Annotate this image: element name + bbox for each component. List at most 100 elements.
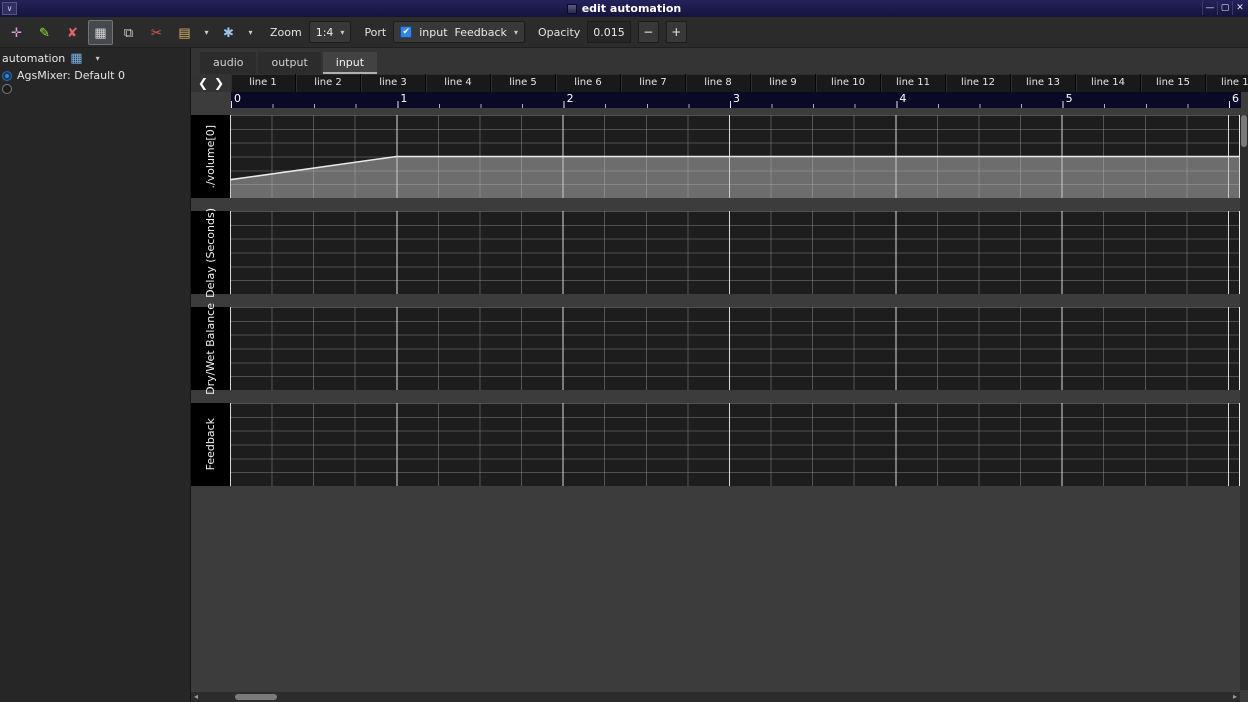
line-header-cell[interactable]: line 10 — [816, 74, 881, 92]
lane-label-strip: ./volume[0] — [191, 115, 230, 198]
line-header-cell[interactable]: line 1 — [231, 74, 296, 92]
zoom-combobox[interactable]: 1:4 ▾ — [309, 21, 352, 43]
edit-icon: ✎ — [39, 26, 50, 39]
automation-lane: ./volume[0] — [191, 115, 1248, 198]
line-header-cell[interactable]: line 6 — [556, 74, 621, 92]
edit-button[interactable]: ✎ — [32, 20, 57, 45]
sidebar: automation ▦ ▾ AgsMixer: Default 0 — [0, 48, 191, 702]
lane-label: Dry/Wet Balance — [204, 303, 217, 395]
line-header-cell[interactable]: line 5 — [491, 74, 556, 92]
line-header-cell[interactable]: line 12 — [946, 74, 1011, 92]
automation-header: automation ▦ ▾ — [0, 48, 190, 69]
line-header-cells: line 1line 2line 3line 4line 5line 6line… — [231, 74, 1248, 92]
port-combobox[interactable]: ✔ input Feedback ▾ — [393, 21, 525, 43]
paste-button[interactable]: ▤ — [172, 20, 197, 45]
line-header-cell[interactable]: line 9 — [751, 74, 816, 92]
chevron-down-icon[interactable]: ▾ — [96, 54, 100, 63]
clear-button[interactable]: ✘ — [60, 20, 85, 45]
line-header-row: ❮ ❯ line 1line 2line 3line 4line 5line 6… — [191, 74, 1248, 92]
line-header-cell[interactable]: line 3 — [361, 74, 426, 92]
chevron-down-icon: ▾ — [514, 28, 518, 37]
tool-dropdown-button[interactable]: ▾ — [244, 20, 257, 45]
line-header-cell[interactable]: line 14 — [1076, 74, 1141, 92]
copy-icon: ⧉ — [124, 26, 133, 39]
automation-editor: audiooutputinput ❮ ❯ line 1line 2line 3l… — [191, 48, 1248, 702]
lane-label-strip: Delay (Seconds) — [191, 211, 230, 294]
automation-grid[interactable] — [230, 115, 1240, 198]
automation-curve — [230, 115, 1240, 198]
maximize-button[interactable]: ▢ — [1217, 1, 1232, 15]
automation-grid[interactable] — [230, 307, 1240, 390]
position-cursor-icon: ✛ — [11, 26, 22, 39]
ruler-tick-label: 0 — [234, 92, 241, 105]
scroll-left-icon[interactable]: ◂ — [191, 692, 201, 702]
opacity-decrement-button[interactable]: − — [638, 21, 659, 43]
select-button[interactable]: ▦ — [88, 20, 113, 45]
port-scope: input — [419, 26, 447, 39]
machine-selector-icon[interactable]: ▦ — [70, 52, 82, 65]
machine-radio-row[interactable] — [0, 82, 190, 95]
line-header-cell[interactable]: line 15 — [1141, 74, 1206, 92]
automation-grid[interactable] — [230, 211, 1240, 294]
toolbar: ✛ ✎ ✘ ▦ ⧉ ✂ ▤ ▾ ✱ ▾ Zoom 1:4 ▾ Port ✔ input Feedb… — [0, 17, 1248, 48]
tab-output[interactable]: output — [258, 52, 320, 74]
prev-line-button[interactable]: ❮ — [198, 77, 208, 89]
tool-button[interactable]: ✱ — [216, 20, 241, 45]
app-icon — [567, 4, 577, 14]
copy-button[interactable]: ⧉ — [116, 20, 141, 45]
zoom-label: Zoom — [270, 26, 302, 39]
ruler-tick-label: 4 — [899, 92, 906, 105]
lane-label: Delay (Seconds) — [204, 208, 217, 298]
scroll-right-icon[interactable]: ▸ — [1230, 692, 1240, 702]
line-header-cell[interactable]: line 11 — [881, 74, 946, 92]
machine-radio-button[interactable] — [2, 84, 12, 94]
line-header-cell[interactable]: line 13 — [1011, 74, 1076, 92]
opacity-input[interactable]: 0.015 — [587, 21, 631, 43]
ruler-tick-label: 5 — [1066, 92, 1073, 105]
machine-list: AgsMixer: Default 0 — [0, 69, 190, 95]
tab-input[interactable]: input — [323, 52, 377, 74]
horizontal-scrollbar[interactable]: ◂ ▸ — [191, 692, 1240, 702]
tool-icon: ✱ — [223, 26, 234, 39]
select-icon: ▦ — [94, 26, 106, 39]
port-label: Port — [364, 26, 386, 39]
zoom-value: 1:4 — [316, 26, 334, 39]
line-nav: ❮ ❯ — [191, 74, 231, 92]
line-header-cell[interactable]: line 8 — [686, 74, 751, 92]
machine-radio-button[interactable] — [2, 71, 12, 81]
automation-lane: Feedback — [191, 403, 1248, 486]
next-line-button[interactable]: ❯ — [214, 77, 224, 89]
automation-lane: Delay (Seconds) — [191, 211, 1248, 294]
paste-icon: ▤ — [178, 26, 190, 39]
titlebar: ∨ edit automation — ▢ ✕ — [0, 0, 1248, 17]
minimize-button[interactable]: — — [1202, 1, 1217, 15]
position-cursor-button[interactable]: ✛ — [4, 20, 29, 45]
paste-dropdown-button[interactable]: ▾ — [200, 20, 213, 45]
lanes: ./volume[0] Delay (Seconds) Dry/Wet Balanc… — [191, 115, 1248, 486]
lane-label-strip: Feedback — [191, 403, 230, 486]
close-button[interactable]: ✕ — [1232, 1, 1247, 15]
horizontal-scrollbar-thumb[interactable] — [235, 694, 277, 700]
line-header-cell[interactable]: line 4 — [426, 74, 491, 92]
window-controls: — ▢ ✕ — [1202, 1, 1247, 15]
lane-label: ./volume[0] — [204, 125, 217, 189]
tab-bar: audiooutputinput — [191, 48, 1248, 74]
clear-icon: ✘ — [67, 26, 78, 39]
ruler: 0123456 — [231, 92, 1241, 108]
automation-title: automation — [2, 52, 65, 65]
port-checkbox[interactable]: ✔ — [400, 26, 412, 38]
vertical-scrollbar-thumb[interactable] — [1241, 115, 1247, 147]
ruler-tick-label: 3 — [733, 92, 740, 105]
line-header-cell[interactable]: line 2 — [296, 74, 361, 92]
line-header-cell[interactable]: line 7 — [621, 74, 686, 92]
automation-grid[interactable] — [230, 403, 1240, 486]
tab-audio[interactable]: audio — [200, 52, 256, 74]
machine-radio-row[interactable]: AgsMixer: Default 0 — [0, 69, 190, 82]
line-header-cell[interactable]: line 16 — [1206, 74, 1248, 92]
cut-button[interactable]: ✂ — [144, 20, 169, 45]
vertical-scrollbar[interactable] — [1240, 115, 1248, 690]
machine-label: AgsMixer: Default 0 — [17, 69, 125, 82]
port-name: Feedback — [455, 26, 507, 39]
opacity-increment-button[interactable]: + — [666, 21, 687, 43]
automation-lane: Dry/Wet Balance — [191, 307, 1248, 390]
